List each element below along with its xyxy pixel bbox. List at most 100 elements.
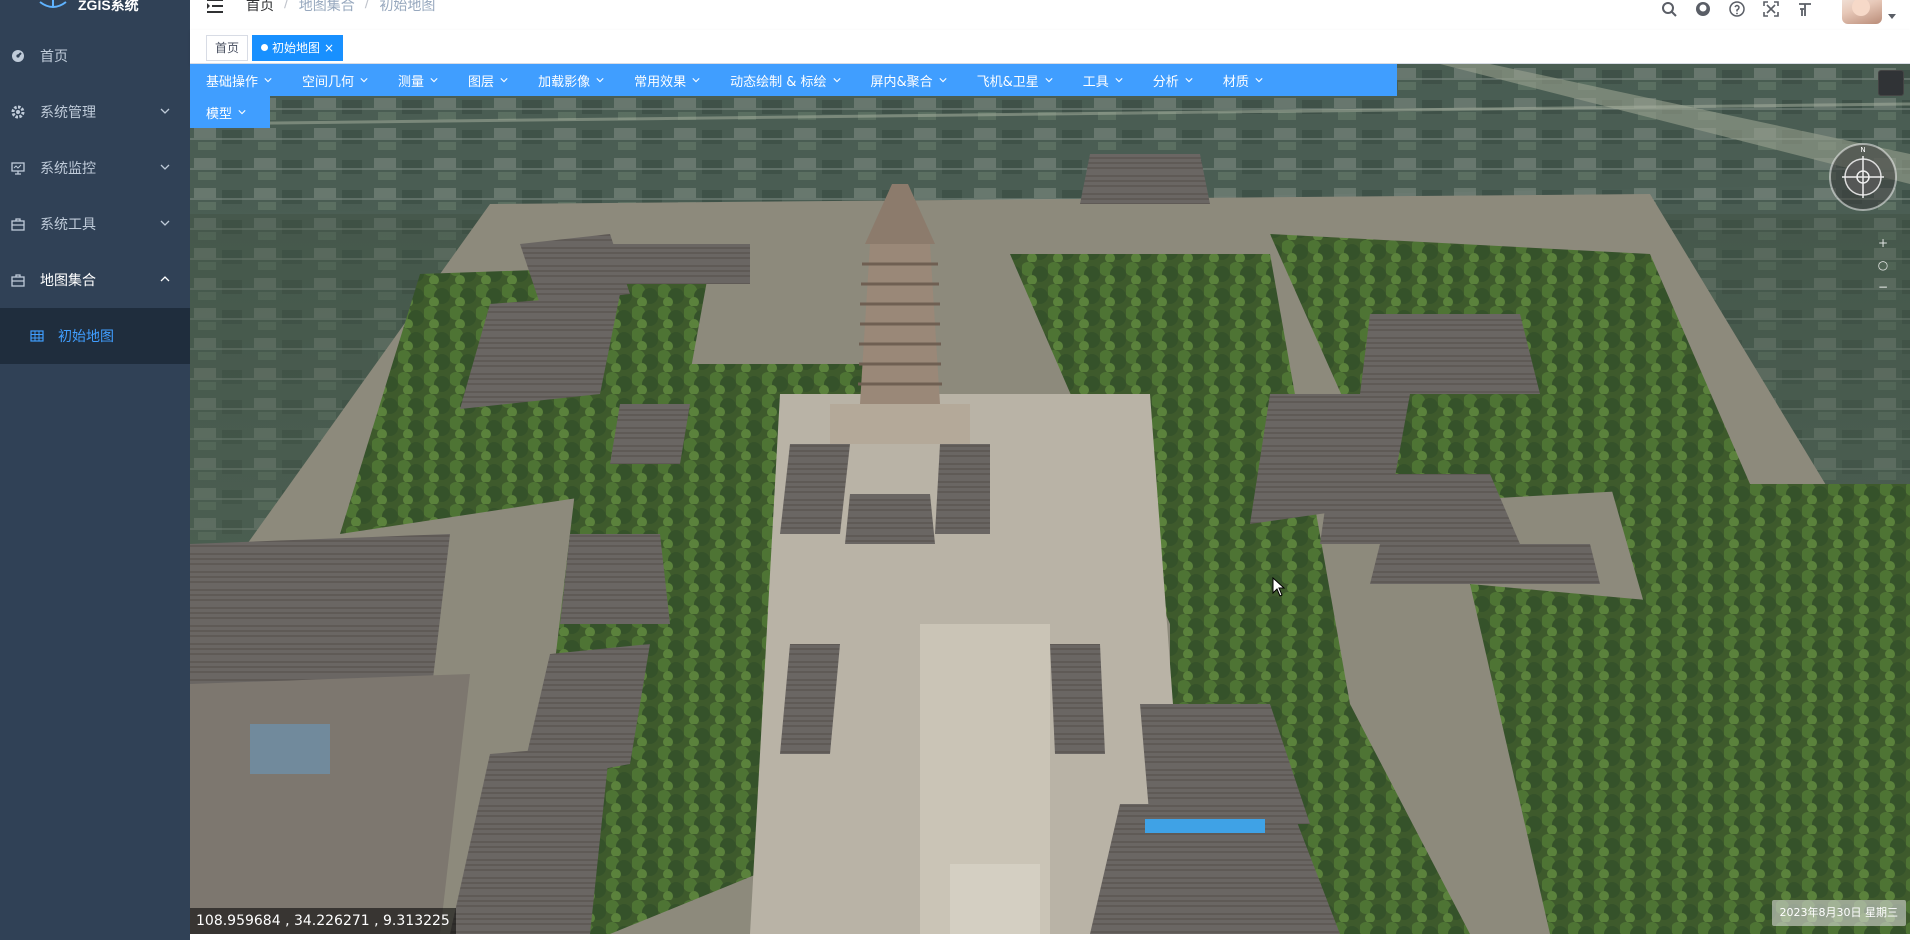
compass-north-label: N xyxy=(1860,146,1865,154)
app-root: ZGIS系统 首页 系统管理 系统监控 系统工具 地图集合 初始地图 首页 / … xyxy=(0,0,1910,940)
logo[interactable]: ZGIS系统 xyxy=(0,0,190,28)
hamburger-icon[interactable] xyxy=(206,0,224,14)
chevron-down-icon xyxy=(160,220,170,226)
chevron-down-icon xyxy=(832,78,841,83)
breadcrumb: 首页 / 地图集合 / 初始地图 xyxy=(246,0,435,15)
toolbar-menu-button[interactable]: 图层 xyxy=(452,64,522,96)
chevron-down-icon xyxy=(692,78,700,83)
sidebar-subitem-label: 初始地图 xyxy=(58,329,114,345)
sidebar-item-system-monitor[interactable]: 系统监控 xyxy=(0,140,190,196)
chevron-down-icon xyxy=(160,164,170,170)
navbar: 首页 / 地图集合 / 初始地图 xyxy=(190,0,1910,30)
sidebar: ZGIS系统 首页 系统管理 系统监控 系统工具 地图集合 初始地图 xyxy=(0,0,190,940)
active-dot-icon xyxy=(261,44,268,51)
breadcrumb-item-map-collection: 地图集合 xyxy=(298,0,355,14)
toolbar-menu-button[interactable]: 加载影像 xyxy=(522,64,618,96)
toolbar-menu-button[interactable]: 测量 xyxy=(382,64,452,96)
tags-view: 首页 初始地图 × xyxy=(190,30,1910,64)
tag-home[interactable]: 首页 xyxy=(206,35,249,61)
tag-initial-map[interactable]: 初始地图 × xyxy=(252,35,344,61)
sidebar-item-label: 系统管理 xyxy=(40,105,96,121)
chevron-down-icon xyxy=(430,78,438,83)
chevron-down-icon xyxy=(1115,78,1123,83)
toolbar-menu-button[interactable]: 空间几何 xyxy=(286,64,382,96)
search-icon[interactable] xyxy=(1652,0,1686,21)
toolbar-menu-button[interactable]: 屏内&聚合 xyxy=(855,64,961,96)
toolbar-menu-label: 基础操作 xyxy=(206,74,259,90)
toolbar-menu-label: 空间几何 xyxy=(302,74,355,90)
logo-icon xyxy=(39,0,67,8)
chevron-down-icon xyxy=(160,108,170,114)
zoom-in-button[interactable]: + xyxy=(1872,236,1894,258)
zoom-controls: + ○ − xyxy=(1872,236,1894,302)
map-toolbar-row-2: 模型 xyxy=(190,96,270,128)
zoom-out-button[interactable]: − xyxy=(1872,280,1894,302)
toolbar-menu-label: 加载影像 xyxy=(538,74,591,90)
avatar[interactable] xyxy=(1842,0,1882,24)
github-icon[interactable] xyxy=(1686,0,1720,21)
chevron-down-icon xyxy=(500,78,508,83)
compass-icon[interactable]: N xyxy=(1828,142,1898,212)
breadcrumb-item-home[interactable]: 首页 xyxy=(246,0,274,15)
sidebar-item-map-collection[interactable]: 地图集合 xyxy=(0,252,190,308)
breadcrumb-item-initial-map: 初始地图 xyxy=(379,0,436,14)
font-size-icon[interactable] xyxy=(1788,0,1822,21)
toolbar-menu-button[interactable]: 基础操作 xyxy=(190,64,286,96)
fullscreen-icon[interactable] xyxy=(1754,0,1788,21)
sidebar-item-label: 地图集合 xyxy=(40,273,96,289)
sidebar-item-system-management[interactable]: 系统管理 xyxy=(0,84,190,140)
toolbar-menu-button[interactable]: 模型 xyxy=(190,96,260,128)
chevron-down-icon xyxy=(1185,78,1193,83)
toolbar-menu-button[interactable]: 分析 xyxy=(1137,64,1207,96)
chevron-down-icon xyxy=(1045,78,1053,83)
submenu-map-collection: 初始地图 xyxy=(0,308,190,364)
toolbar-menu-label: 常用效果 xyxy=(634,74,687,90)
chevron-up-icon xyxy=(160,276,170,282)
toolbar-menu-label: 工具 xyxy=(1082,74,1109,90)
help-icon[interactable] xyxy=(1720,0,1754,21)
breadcrumb-separator: / xyxy=(284,0,289,11)
chevron-down-icon xyxy=(939,78,947,83)
date-display: 2023年8月30日 星期三 xyxy=(1771,900,1906,926)
chevron-down-icon xyxy=(1255,78,1263,83)
toolbar-menu-label: 动态绘制 & 标绘 xyxy=(730,74,827,90)
map-viewer[interactable]: 基础操作 空间几何 测量 图层 加载影像 常用效果 动态绘制 & 标绘 屏内&聚合 飞机&卫星 工… xyxy=(190,64,1910,934)
toolbar-menu-button[interactable]: 动态绘制 & 标绘 xyxy=(714,64,854,96)
dashboard-icon xyxy=(10,48,26,64)
chevron-down-icon xyxy=(238,110,246,115)
toolbox-icon xyxy=(10,216,26,232)
breadcrumb-separator: / xyxy=(364,0,370,11)
sidebar-item-home[interactable]: 首页 xyxy=(0,28,190,84)
caret-down-icon[interactable] xyxy=(1888,12,1896,20)
map-toolbar: 基础操作 空间几何 测量 图层 加载影像 常用效果 动态绘制 & 标绘 屏内&聚合 飞机&卫星 工… xyxy=(190,64,1397,128)
logo-text: ZGIS系统 xyxy=(78,0,139,13)
close-icon[interactable]: × xyxy=(324,41,334,55)
toolbar-menu-button[interactable]: 飞机&卫星 xyxy=(961,64,1067,96)
chevron-down-icon xyxy=(360,78,368,83)
toolbar-menu-label: 分析 xyxy=(1152,74,1179,90)
footer-strip xyxy=(190,934,1910,940)
tag-label: 初始地图 xyxy=(272,41,321,55)
navbar-right-tools xyxy=(1652,0,1910,24)
toolbar-menu-button[interactable]: 工具 xyxy=(1067,64,1137,96)
toolbar-menu-label: 测量 xyxy=(398,74,425,90)
grid-icon xyxy=(30,330,44,342)
mouse-cursor-icon xyxy=(1272,577,1286,597)
monitor-icon xyxy=(10,160,26,176)
toolbar-menu-button[interactable]: 材质 xyxy=(1207,64,1277,96)
gear-icon xyxy=(10,104,26,120)
toolbar-menu-button[interactable]: 常用效果 xyxy=(618,64,714,96)
coordinate-readout: 108.959684 , 34.226271 , 9.313225 xyxy=(190,908,456,934)
chevron-down-icon xyxy=(264,78,272,83)
zoom-reset-button[interactable]: ○ xyxy=(1872,258,1894,280)
toolbox-icon xyxy=(10,272,26,288)
aerial-3d-scene xyxy=(190,64,1910,934)
sidebar-item-system-tools[interactable]: 系统工具 xyxy=(0,196,190,252)
toolbar-menu-label: 图层 xyxy=(468,74,495,90)
sidebar-item-label: 首页 xyxy=(40,49,68,65)
navigation-toggle-button[interactable] xyxy=(1878,70,1904,96)
chevron-down-icon xyxy=(596,78,604,83)
toolbar-menu-label: 飞机&卫星 xyxy=(976,74,1039,90)
map-toolbar-row-1: 基础操作 空间几何 测量 图层 加载影像 常用效果 动态绘制 & 标绘 屏内&聚合 飞机&卫星 工… xyxy=(190,64,1397,96)
sidebar-subitem-initial-map[interactable]: 初始地图 xyxy=(0,308,190,364)
